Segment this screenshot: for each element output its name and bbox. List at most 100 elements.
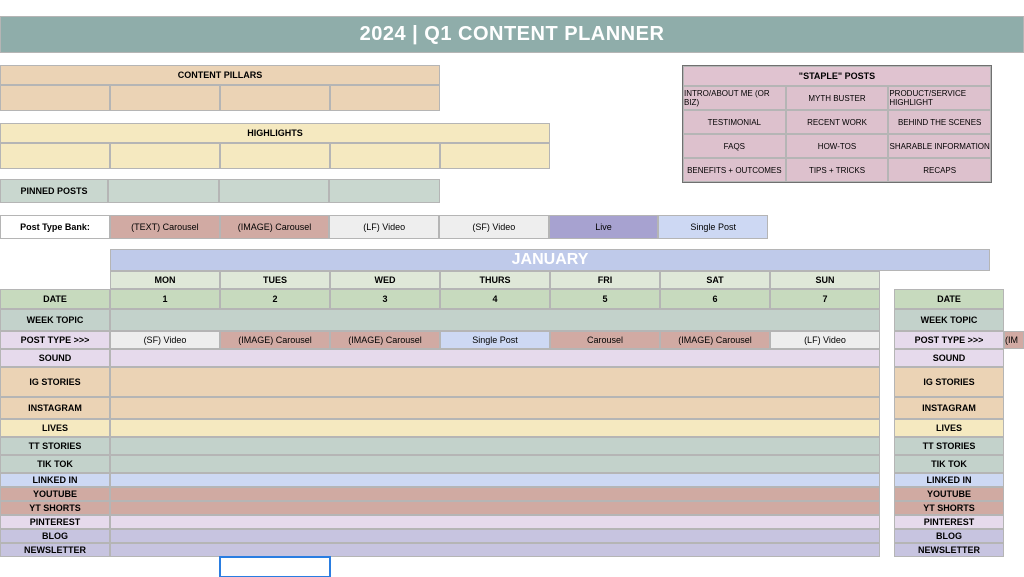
linkedin-row: LINKED IN LINKED IN (0, 473, 1024, 487)
pinned-post-cell[interactable] (219, 179, 330, 203)
staple-cell[interactable]: MYTH BUSTER (786, 86, 889, 110)
row-label-ig-stories-right: IG STORIES (894, 367, 1004, 397)
dow-cell: MON (110, 271, 220, 289)
week-topic-row: WEEK TOPIC WEEK TOPIC (0, 309, 1024, 331)
row-label-sound: SOUND (0, 349, 110, 367)
content-pillars-header: CONTENT PILLARS (0, 65, 440, 85)
week-topic-cell[interactable] (110, 309, 880, 331)
active-cell[interactable] (220, 557, 330, 577)
pillar-cell[interactable] (110, 85, 220, 111)
date-cell[interactable]: 1 (110, 289, 220, 309)
row-label-ig-stories: IG STORIES (0, 367, 110, 397)
post-type-cell[interactable]: (IMAGE) Carousel (660, 331, 770, 349)
staple-cell[interactable]: INTRO/ABOUT ME (OR BIZ) (683, 86, 786, 110)
highlight-cell[interactable] (110, 143, 220, 169)
youtube-row: YOUTUBE YOUTUBE (0, 487, 1024, 501)
row-label-linkedin-right: LINKED IN (894, 473, 1004, 487)
content-pillars-row (0, 85, 440, 111)
yt-shorts-cell[interactable] (110, 501, 880, 515)
newsletter-row: NEWSLETTER NEWSLETTER (0, 543, 1024, 557)
dow-cell: WED (330, 271, 440, 289)
post-type-option[interactable]: Single Post (658, 215, 768, 239)
sound-cell[interactable] (110, 349, 880, 367)
row-label-instagram-right: INSTAGRAM (894, 397, 1004, 419)
pinterest-cell[interactable] (110, 515, 880, 529)
date-cell[interactable]: 2 (220, 289, 330, 309)
post-type-cell[interactable]: Single Post (440, 331, 550, 349)
page-title-banner: 2024 | Q1 CONTENT PLANNER (0, 16, 1024, 53)
date-cell[interactable]: 7 (770, 289, 880, 309)
staple-cell[interactable]: FAQS (683, 134, 786, 158)
row-label-youtube: YOUTUBE (0, 487, 110, 501)
row-label-yt-shorts-right: YT SHORTS (894, 501, 1004, 515)
tt-stories-cell[interactable] (110, 437, 880, 455)
pinned-posts-label: PINNED POSTS (0, 179, 108, 203)
lives-cell[interactable] (110, 419, 880, 437)
highlight-cell[interactable] (220, 143, 330, 169)
row-label-newsletter: NEWSLETTER (0, 543, 110, 557)
staple-cell[interactable]: HOW-TOS (786, 134, 889, 158)
row-label-blog: BLOG (0, 529, 110, 543)
staple-cell[interactable]: TIPS + TRICKS (786, 158, 889, 182)
instagram-cell[interactable] (110, 397, 880, 419)
row-label-tiktok-right: TIK TOK (894, 455, 1004, 473)
instagram-row: INSTAGRAM INSTAGRAM (0, 397, 1024, 419)
date-row: DATE 1 2 3 4 5 6 7 DATE (0, 289, 1024, 309)
blank-row (0, 557, 1024, 577)
pinned-post-cell[interactable] (108, 179, 219, 203)
staple-cell[interactable]: PRODUCT/SERVICE HIGHLIGHT (888, 86, 991, 110)
staple-cell[interactable]: BENEFITS + OUTCOMES (683, 158, 786, 182)
post-type-cell[interactable]: (IMAGE) Carousel (330, 331, 440, 349)
post-type-row: POST TYPE >>> (SF) Video (IMAGE) Carouse… (0, 331, 1024, 349)
row-label-yt-shorts: YT SHORTS (0, 501, 110, 515)
tt-stories-row: TT STORIES TT STORIES (0, 437, 1024, 455)
row-label-lives-right: LIVES (894, 419, 1004, 437)
date-cell[interactable]: 4 (440, 289, 550, 309)
post-type-option[interactable]: (SF) Video (439, 215, 549, 239)
staple-posts-header: "STAPLE" POSTS (683, 66, 991, 86)
date-cell[interactable]: 6 (660, 289, 770, 309)
post-type-bank: Post Type Bank: (TEXT) Carousel (IMAGE) … (0, 215, 768, 239)
pinned-post-cell[interactable] (329, 179, 440, 203)
dow-cell: SUN (770, 271, 880, 289)
staple-cell[interactable]: RECAPS (888, 158, 991, 182)
row-label-pinterest-right: PINTEREST (894, 515, 1004, 529)
post-type-option[interactable]: (IMAGE) Carousel (220, 215, 330, 239)
highlight-cell[interactable] (0, 143, 110, 169)
pillar-cell[interactable] (0, 85, 110, 111)
staple-cell[interactable]: SHARABLE INFORMATION (888, 134, 991, 158)
tiktok-cell[interactable] (110, 455, 880, 473)
row-label-lives: LIVES (0, 419, 110, 437)
post-type-cell[interactable]: Carousel (550, 331, 660, 349)
pinterest-row: PINTEREST PINTEREST (0, 515, 1024, 529)
staple-cell[interactable]: TESTIMONIAL (683, 110, 786, 134)
youtube-cell[interactable] (110, 487, 880, 501)
date-cell[interactable]: 5 (550, 289, 660, 309)
pillar-cell[interactable] (220, 85, 330, 111)
post-type-option[interactable]: (LF) Video (329, 215, 439, 239)
post-type-option[interactable]: Live (549, 215, 659, 239)
row-label-date: DATE (0, 289, 110, 309)
staple-cell[interactable]: RECENT WORK (786, 110, 889, 134)
blog-cell[interactable] (110, 529, 880, 543)
row-label-post-type-right: POST TYPE >>> (894, 331, 1004, 349)
dow-cell: SAT (660, 271, 770, 289)
dow-cell: FRI (550, 271, 660, 289)
post-type-option[interactable]: (TEXT) Carousel (110, 215, 220, 239)
ig-stories-cell[interactable] (110, 367, 880, 397)
highlight-cell[interactable] (330, 143, 440, 169)
newsletter-cell[interactable] (110, 543, 880, 557)
post-type-cell[interactable]: (IMAGE) Carousel (220, 331, 330, 349)
row-label-youtube-right: YOUTUBE (894, 487, 1004, 501)
linkedin-cell[interactable] (110, 473, 880, 487)
row-label-tt-stories-right: TT STORIES (894, 437, 1004, 455)
pillar-cell[interactable] (330, 85, 440, 111)
date-cell[interactable]: 3 (330, 289, 440, 309)
staple-cell[interactable]: BEHIND THE SCENES (888, 110, 991, 134)
lives-row: LIVES LIVES (0, 419, 1024, 437)
post-type-peek[interactable]: (IM (1004, 331, 1024, 349)
days-of-week-row: MON TUES WED THURS FRI SAT SUN (0, 271, 1024, 289)
row-label-post-type: POST TYPE >>> (0, 331, 110, 349)
post-type-cell[interactable]: (LF) Video (770, 331, 880, 349)
post-type-cell[interactable]: (SF) Video (110, 331, 220, 349)
